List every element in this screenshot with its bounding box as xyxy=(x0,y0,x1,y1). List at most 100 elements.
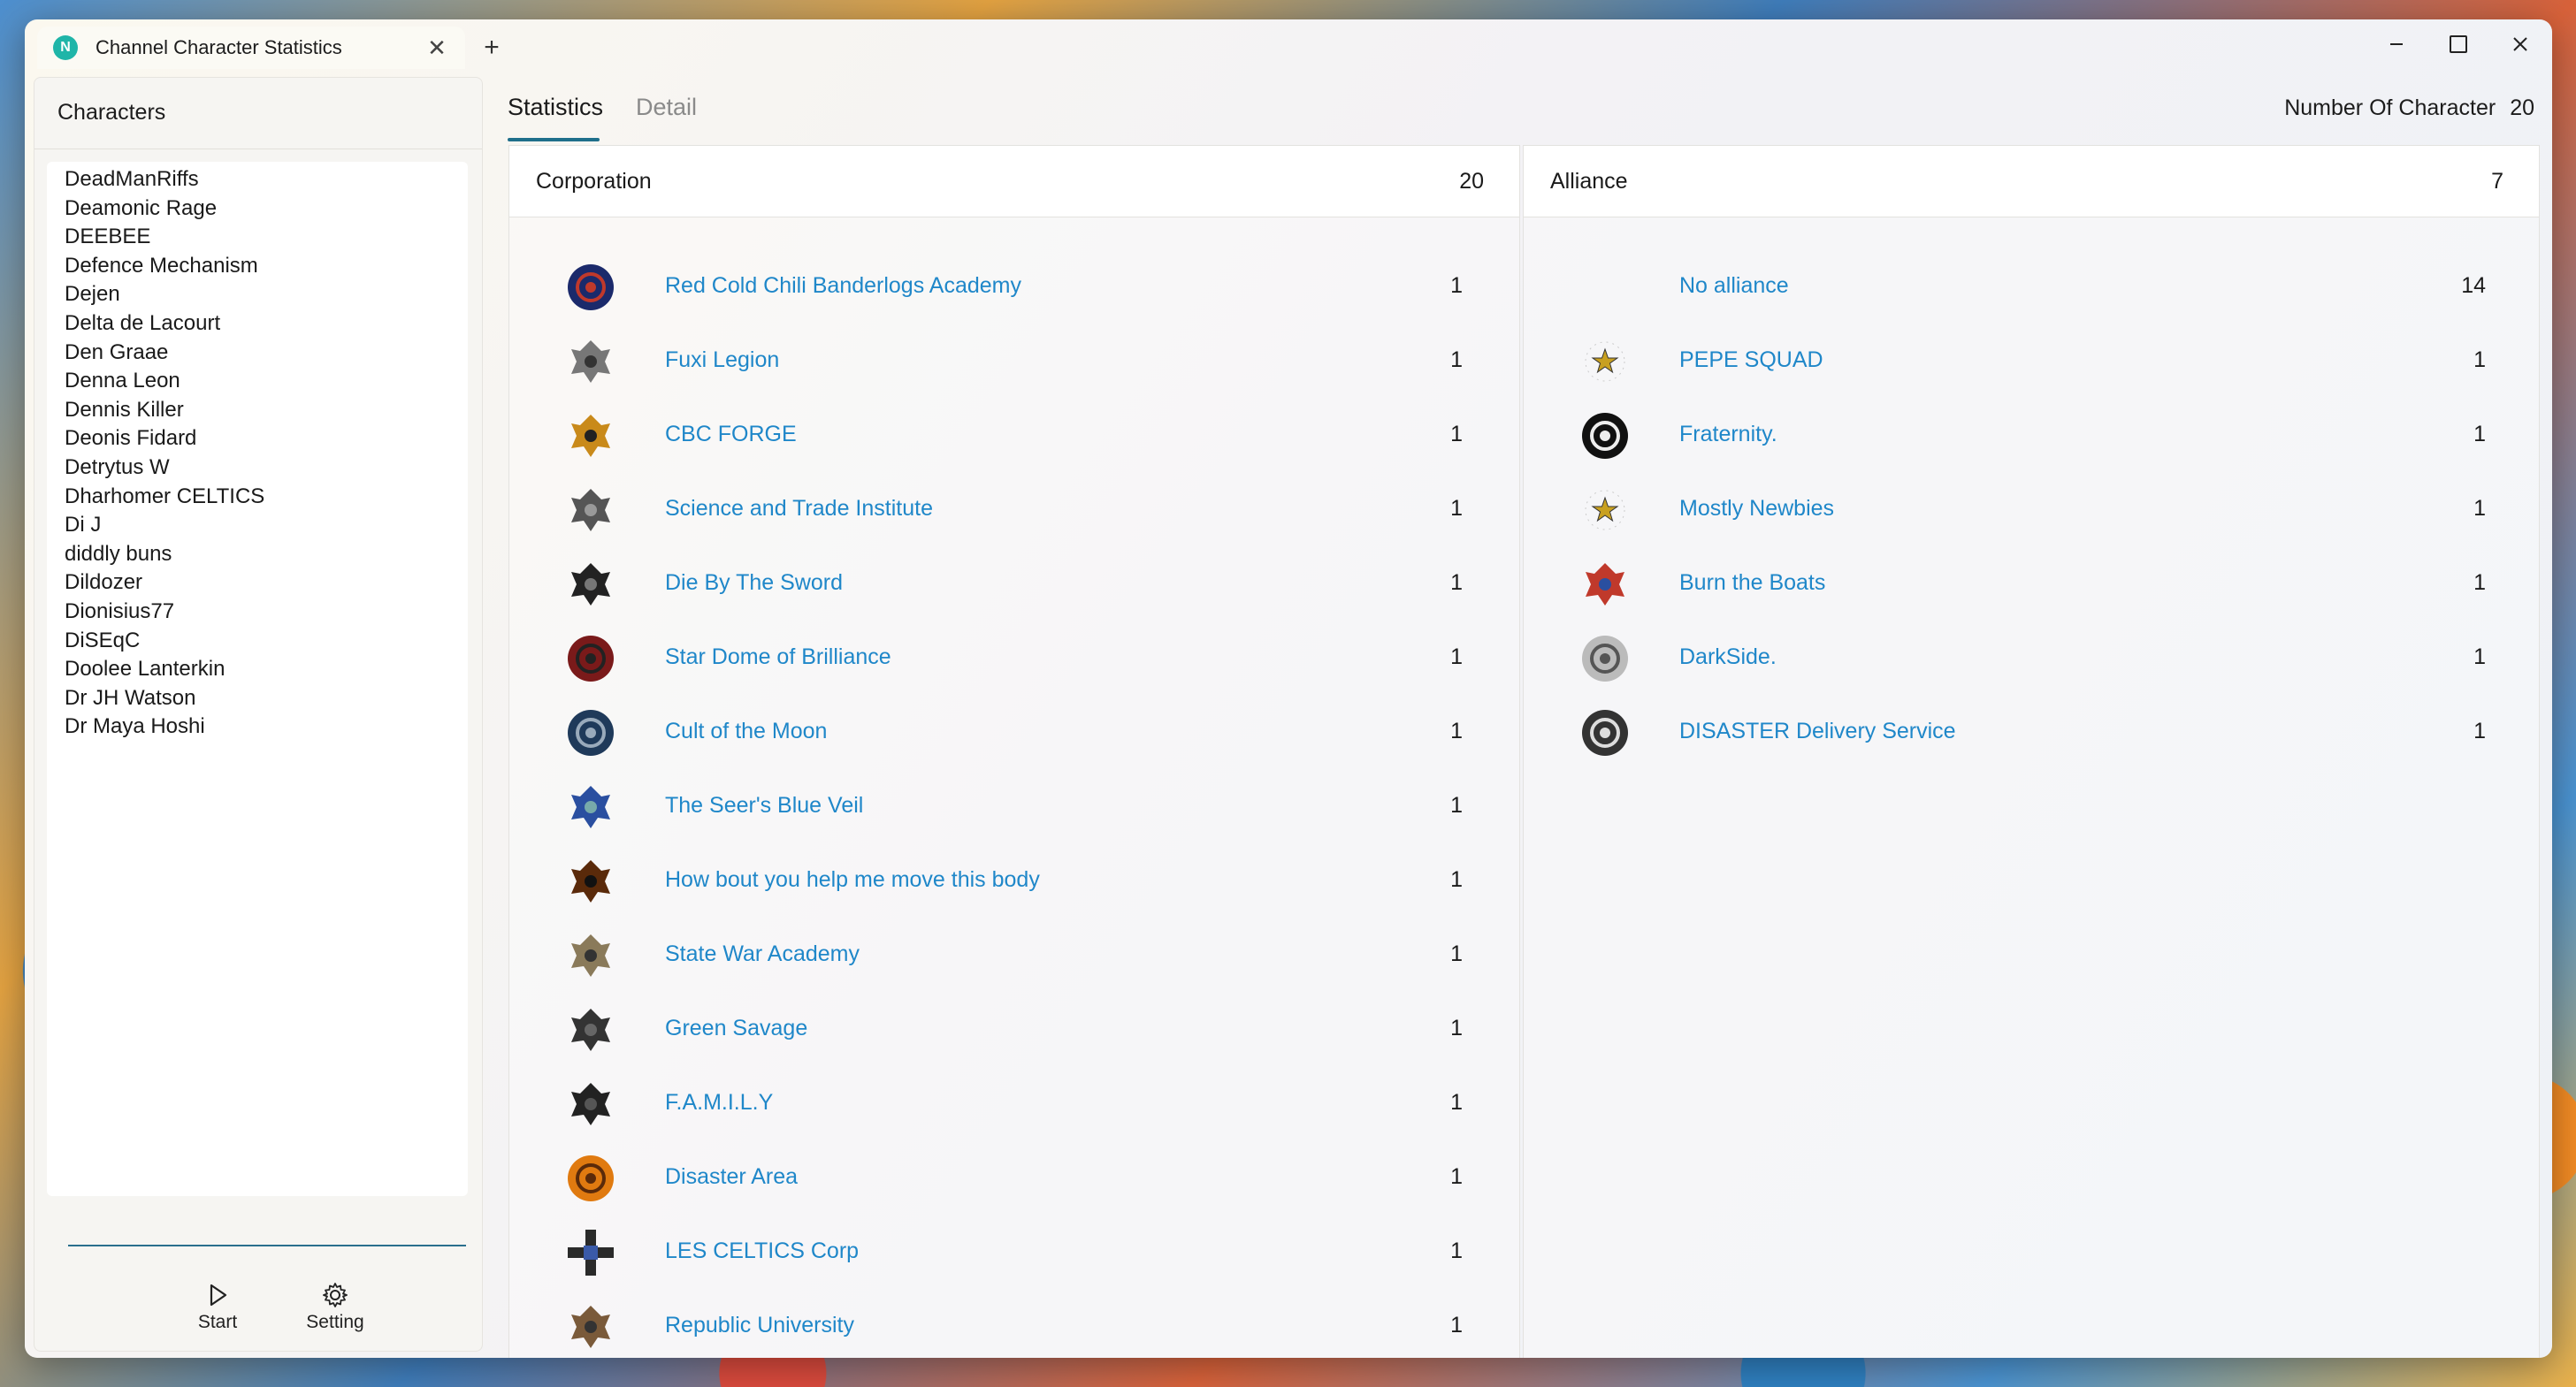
corporation-name-link[interactable]: Republic University xyxy=(665,1313,854,1338)
alliance-row-count: 1 xyxy=(2473,719,2486,743)
alliance-row-count: 1 xyxy=(2473,496,2486,521)
corporation-row[interactable]: Fuxi Legion 1 xyxy=(509,324,1519,399)
tab-detail[interactable]: Detail xyxy=(636,94,697,121)
character-list-item[interactable]: Dennis Killer xyxy=(65,398,184,423)
corporation-name-link[interactable]: Fuxi Legion xyxy=(665,347,779,373)
alliance-name-link[interactable]: Mostly Newbies xyxy=(1679,496,1834,522)
alliance-row[interactable]: PEPE SQUAD 1 xyxy=(1524,324,2539,399)
corp-logo-republic-icon xyxy=(566,1302,615,1352)
minimize-button[interactable] xyxy=(2370,27,2423,62)
corporation-row[interactable]: Disaster Area 1 xyxy=(509,1141,1519,1216)
character-list-item[interactable]: DiSEqC xyxy=(65,629,140,653)
alliance-row-count: 1 xyxy=(2473,347,2486,372)
window-tab[interactable]: N Channel Character Statistics ✕ xyxy=(37,27,465,69)
character-list-item[interactable]: Deamonic Rage xyxy=(65,196,217,221)
alliance-name-link[interactable]: Burn the Boats xyxy=(1679,570,1825,596)
alliance-name-link[interactable]: DarkSide. xyxy=(1679,644,1777,670)
alliance-name-link[interactable]: No alliance xyxy=(1679,273,1789,299)
corp-logo-cross-icon xyxy=(566,1228,615,1277)
corporation-row[interactable]: F.A.M.I.L.Y 1 xyxy=(509,1067,1519,1141)
alliance-row[interactable]: Mostly Newbies 1 xyxy=(1524,473,2539,547)
corporation-name-link[interactable]: Disaster Area xyxy=(665,1164,798,1190)
corporation-row-count: 1 xyxy=(1450,1313,1463,1337)
alliance-row-count: 14 xyxy=(2461,273,2486,298)
new-tab-button[interactable]: + xyxy=(474,30,509,65)
corporation-row-count: 1 xyxy=(1450,1238,1463,1263)
corporation-row[interactable]: CBC FORGE 1 xyxy=(509,399,1519,473)
alliance-row[interactable]: No alliance 14 xyxy=(1524,250,2539,324)
alliance-row[interactable]: Burn the Boats 1 xyxy=(1524,547,2539,621)
corporation-name-link[interactable]: CBC FORGE xyxy=(665,422,797,447)
character-list[interactable]: DeadManRiffs Deamonic Rage DEEBEE Defence M… xyxy=(47,162,468,1196)
close-icon xyxy=(2513,37,2527,51)
corporation-name-link[interactable]: Science and Trade Institute xyxy=(665,496,933,522)
corporation-name-link[interactable]: How bout you help me move this body xyxy=(665,867,1040,893)
character-list-item[interactable]: DEEBEE xyxy=(65,225,150,249)
corporation-row[interactable]: Green Savage 1 xyxy=(509,993,1519,1067)
character-list-item[interactable]: Delta de Lacourt xyxy=(65,311,220,336)
corporation-row[interactable]: Star Dome of Brilliance 1 xyxy=(509,621,1519,696)
corporation-name-link[interactable]: Red Cold Chili Banderlogs Academy xyxy=(665,273,1021,299)
character-list-item[interactable]: Dionisius77 xyxy=(65,599,174,624)
character-list-item[interactable]: Deonis Fidard xyxy=(65,426,196,451)
corporation-row-count: 1 xyxy=(1450,570,1463,595)
corporation-row-count: 1 xyxy=(1450,1016,1463,1040)
corporation-name-link[interactable]: Star Dome of Brilliance xyxy=(665,644,891,670)
character-list-item[interactable]: Den Graae xyxy=(65,340,168,365)
alliance-row[interactable]: DISASTER Delivery Service 1 xyxy=(1524,696,2539,770)
corporation-row[interactable]: The Seer's Blue Veil 1 xyxy=(509,770,1519,844)
corporation-name-link[interactable]: The Seer's Blue Veil xyxy=(665,793,863,819)
alliance-name-link[interactable]: DISASTER Delivery Service xyxy=(1679,719,1956,744)
maximize-icon xyxy=(2450,35,2467,53)
character-list-item[interactable]: Detrytus W xyxy=(65,455,170,480)
character-list-item[interactable]: Defence Mechanism xyxy=(65,254,258,278)
alliance-row[interactable]: Fraternity. 1 xyxy=(1524,399,2539,473)
corporation-row-count: 1 xyxy=(1450,347,1463,372)
corporation-row-count: 1 xyxy=(1450,644,1463,669)
corporation-name-link[interactable]: State War Academy xyxy=(665,941,860,967)
corp-logo-dragon-icon xyxy=(566,337,615,386)
character-list-item[interactable]: Doolee Lanterkin xyxy=(65,657,225,682)
corporation-row[interactable]: Red Cold Chili Banderlogs Academy 1 xyxy=(509,250,1519,324)
corp-logo-eagle-icon xyxy=(566,560,615,609)
corporation-row[interactable]: LES CELTICS Corp 1 xyxy=(509,1216,1519,1290)
maximize-button[interactable] xyxy=(2432,27,2485,62)
sidebar-header: Characters xyxy=(34,78,482,149)
alliance-row[interactable]: DarkSide. 1 xyxy=(1524,621,2539,696)
corporation-row-count: 1 xyxy=(1450,422,1463,446)
character-list-item[interactable]: Di J xyxy=(65,513,101,537)
corporation-row-count: 1 xyxy=(1450,273,1463,298)
corporation-row[interactable]: Republic University 1 xyxy=(509,1290,1519,1358)
corporation-count: 20 xyxy=(1459,169,1484,194)
corporation-row[interactable]: Cult of the Moon 1 xyxy=(509,696,1519,770)
close-tab-icon[interactable]: ✕ xyxy=(421,32,453,64)
character-list-item[interactable]: Dr JH Watson xyxy=(65,686,195,711)
character-list-item[interactable]: Denna Leon xyxy=(65,369,180,393)
character-list-item[interactable]: diddly buns xyxy=(65,542,172,567)
corporation-name-link[interactable]: Die By The Sword xyxy=(665,570,843,596)
corporation-header: Corporation 20 xyxy=(509,146,1519,217)
corporation-row[interactable]: Die By The Sword 1 xyxy=(509,547,1519,621)
character-count-label: Number Of Character xyxy=(2284,95,2496,120)
alliance-name-link[interactable]: Fraternity. xyxy=(1679,422,1777,447)
character-list-item[interactable]: Dr Maya Hoshi xyxy=(65,714,205,739)
close-window-button[interactable] xyxy=(2494,27,2547,62)
alliance-name-link[interactable]: PEPE SQUAD xyxy=(1679,347,1823,373)
setting-button[interactable]: Setting xyxy=(295,1280,375,1351)
title-bar: N Channel Character Statistics ✕ + xyxy=(25,19,2552,69)
corporation-name-link[interactable]: F.A.M.I.L.Y xyxy=(665,1090,773,1116)
corporation-name-link[interactable]: LES CELTICS Corp xyxy=(665,1238,859,1264)
corporation-name-link[interactable]: Cult of the Moon xyxy=(665,719,827,744)
corporation-row[interactable]: Science and Trade Institute 1 xyxy=(509,473,1519,547)
alliance-logo-fist-icon xyxy=(1580,560,1630,609)
character-list-item[interactable]: Dildozer xyxy=(65,570,142,595)
corporation-row[interactable]: How bout you help me move this body 1 xyxy=(509,844,1519,918)
character-list-item[interactable]: DeadManRiffs xyxy=(65,167,199,192)
corporation-name-link[interactable]: Green Savage xyxy=(665,1016,807,1041)
corporation-row[interactable]: State War Academy 1 xyxy=(509,918,1519,993)
start-button[interactable]: Start xyxy=(178,1280,257,1351)
corp-logo-swa-icon xyxy=(566,931,615,980)
tab-statistics[interactable]: Statistics xyxy=(508,94,603,121)
character-list-item[interactable]: Dharhomer CELTICS xyxy=(65,484,264,509)
character-list-item[interactable]: Dejen xyxy=(65,282,120,307)
